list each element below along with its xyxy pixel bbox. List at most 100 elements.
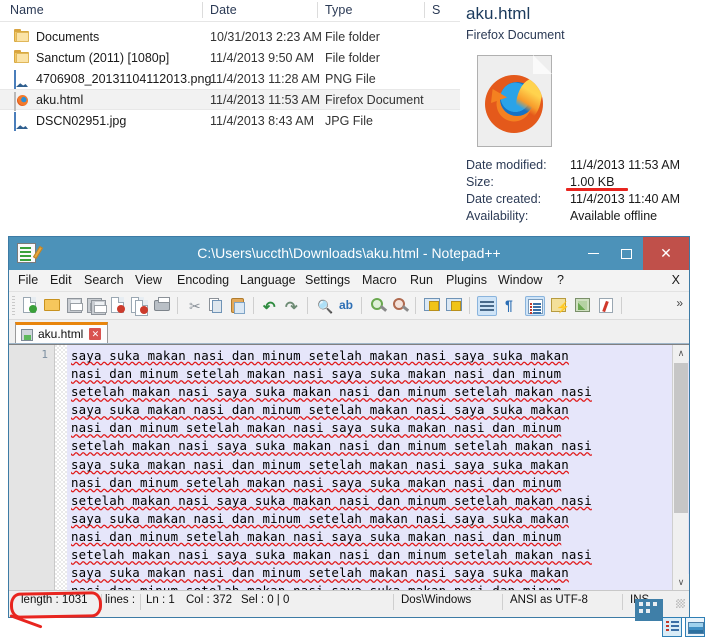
window-controls: ✕ (577, 237, 689, 270)
editor-line: saya suka makan nasi dan minum setelah m… (71, 402, 569, 418)
image-preview-tray-icon[interactable] (685, 617, 705, 637)
image-file-icon (10, 112, 30, 131)
menu-item-macro[interactable]: Macro (362, 273, 397, 287)
maximize-button[interactable] (610, 237, 643, 270)
editor-line: nasi dan minum setelah makan nasi saya s… (71, 528, 562, 544)
function-list-tray-icon[interactable] (662, 617, 682, 637)
column-divider[interactable] (317, 2, 318, 18)
title-bar[interactable]: C:\Users\uccth\Downloads\aku.html - Note… (9, 237, 689, 270)
toolbar-separator (307, 297, 308, 314)
editor-line: nasi dan minum setelah makan nasi saya s… (71, 366, 562, 382)
tab-close-icon[interactable]: ✕ (89, 328, 102, 340)
indent-guide-icon[interactable] (525, 296, 545, 316)
editor-line: nasi dan minum setelah makan nasi saya s… (71, 420, 562, 436)
table-row-selected[interactable]: aku.html 11/4/2013 11:53 AM Firefox Docu… (0, 89, 460, 111)
scroll-up-icon[interactable]: ∧ (673, 345, 689, 361)
menu-item-view[interactable]: View (135, 273, 162, 287)
file-name: 4706908_20131104112013.png (36, 71, 212, 86)
menu-item-search[interactable]: Search (84, 273, 124, 287)
menu-item-language[interactable]: Language (240, 273, 296, 287)
toolbar-separator (621, 297, 622, 314)
file-date: 11/4/2013 11:53 AM (210, 92, 321, 107)
find-icon[interactable]: 🔍 (315, 296, 335, 316)
file-date: 11/4/2013 11:28 AM (210, 71, 321, 86)
menu-item-help[interactable]: ? (557, 273, 564, 287)
menu-item-file[interactable]: File (18, 273, 38, 287)
save-all-icon[interactable] (87, 296, 107, 316)
close-button[interactable]: ✕ (643, 237, 689, 270)
user-defined-dialog-icon[interactable] (549, 296, 570, 316)
menu-item-run[interactable]: Run (410, 273, 433, 287)
property-value: 11/4/2013 11:53 AM (570, 158, 681, 172)
new-file-icon[interactable] (21, 296, 41, 316)
undo-icon[interactable]: ↶ (261, 296, 281, 316)
table-row[interactable]: Sanctum (2011) [1080p] 11/4/2013 9:50 AM… (0, 47, 460, 68)
file-properties-list: Date modified: 11/4/2013 11:53 AM Size: … (466, 158, 706, 226)
close-file-icon[interactable] (109, 296, 129, 316)
column-header-size[interactable]: S (432, 3, 440, 17)
editor-area[interactable]: 1 saya suka makan nasi dan minum setelah… (9, 344, 689, 590)
tab-label: aku.html (38, 327, 84, 341)
menu-item-edit[interactable]: Edit (50, 273, 72, 287)
scrollbar-thumb[interactable] (674, 363, 688, 513)
print-icon[interactable] (153, 296, 173, 316)
status-selection: Sel : 0 | 0 (241, 594, 290, 606)
property-availability: Availability: Available offline (466, 209, 706, 226)
status-divider (622, 594, 623, 610)
function-list-icon[interactable] (597, 296, 617, 316)
document-map-icon[interactable] (573, 296, 593, 316)
scroll-down-icon[interactable]: ∨ (673, 574, 689, 590)
zoom-in-icon[interactable] (369, 296, 389, 316)
save-icon[interactable] (65, 296, 85, 316)
cut-icon[interactable]: ✂ (185, 296, 205, 316)
zoom-out-icon[interactable] (391, 296, 411, 316)
column-divider[interactable] (202, 2, 203, 18)
toolbar-grip[interactable] (12, 296, 15, 316)
status-line-pos: Ln : 1 (146, 594, 175, 606)
resize-grip[interactable] (676, 599, 685, 608)
property-value: 11/4/2013 11:40 AM (570, 192, 681, 206)
file-date: 11/4/2013 8:43 AM (210, 113, 315, 128)
menu-item-plugins[interactable]: Plugins (446, 273, 487, 287)
table-row[interactable]: 4706908_20131104112013.png 11/4/2013 11:… (0, 68, 460, 89)
table-row[interactable]: Documents 10/31/2013 2:23 AM File folder (0, 26, 460, 47)
redo-icon[interactable]: ↷ (283, 296, 303, 316)
paste-icon[interactable] (229, 296, 249, 316)
tab-aku-html[interactable]: aku.html ✕ (15, 322, 109, 343)
menu-item-settings[interactable]: Settings (305, 273, 350, 287)
screen: Name Date Type S Documents 10/31/2013 2:… (0, 0, 707, 639)
fold-margin[interactable] (55, 345, 67, 590)
taskbar-tray (662, 617, 705, 637)
file-type: PNG File (325, 71, 376, 86)
document-tab-bar: aku.html ✕ (9, 320, 689, 344)
close-all-icon[interactable] (131, 296, 151, 316)
status-eol: Dos\Windows (401, 594, 472, 606)
column-header-date[interactable]: Date (210, 3, 237, 17)
copy-icon[interactable] (207, 296, 227, 316)
sync-vertical-icon[interactable] (423, 296, 443, 316)
editor-line: saya suka makan nasi dan minum setelah m… (71, 348, 569, 363)
show-all-characters-icon[interactable]: ¶ (501, 296, 521, 316)
editor-line: setelah makan nasi saya suka makan nasi … (71, 547, 592, 563)
sync-horizontal-icon[interactable] (445, 296, 465, 316)
minimize-button[interactable] (577, 237, 610, 270)
property-label: Size: (466, 175, 494, 189)
replace-icon[interactable]: ab (337, 296, 357, 316)
editor-vertical-scrollbar[interactable]: ∧ ∨ (672, 345, 689, 590)
menu-item-encoding[interactable]: Encoding (177, 273, 229, 287)
column-header-type[interactable]: Type (325, 3, 353, 17)
property-date-created: Date created: 11/4/2013 11:40 AM (466, 192, 706, 209)
text-content[interactable]: saya suka makan nasi dan minum setelah m… (67, 345, 672, 590)
close-document-button[interactable]: X (672, 273, 680, 287)
status-divider (140, 594, 141, 610)
editor-line: saya suka makan nasi dan minum setelah m… (71, 565, 569, 581)
table-row[interactable]: DSCN02951.jpg 11/4/2013 8:43 AM JPG File (0, 110, 460, 131)
toolbar-overflow-button[interactable]: » (676, 296, 683, 310)
open-file-icon[interactable] (43, 296, 63, 316)
menu-item-window[interactable]: Window (498, 273, 542, 287)
column-header-name[interactable]: Name (10, 3, 44, 17)
status-col-pos: Col : 372 (186, 594, 233, 606)
column-divider[interactable] (424, 2, 425, 18)
word-wrap-icon[interactable] (477, 296, 497, 316)
menu-bar: File Edit Search View Encoding Language … (9, 270, 689, 292)
